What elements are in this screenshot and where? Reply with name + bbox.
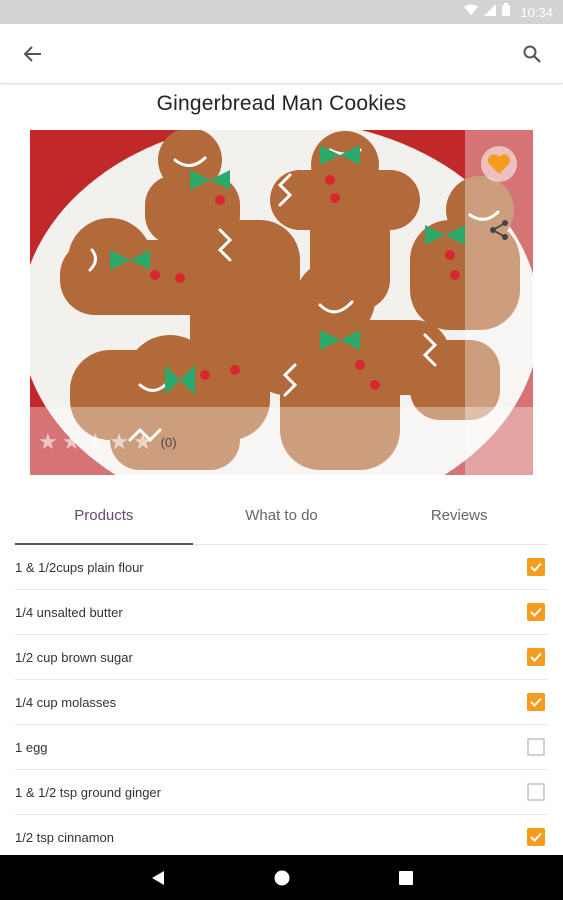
- star-icon[interactable]: ★: [38, 431, 58, 453]
- list-item[interactable]: 1 & 1/2cups plain flour: [15, 545, 548, 590]
- star-icon[interactable]: ★: [109, 431, 129, 453]
- product-label: 1/4 unsalted butter: [15, 604, 123, 620]
- nav-recents-button[interactable]: [394, 866, 418, 890]
- wifi-icon: [464, 3, 479, 21]
- tab-products[interactable]: Products: [15, 493, 193, 545]
- triangle-back-icon: [151, 870, 164, 885]
- recipe-title: Gingerbread Man Cookies: [156, 92, 407, 115]
- rating-bar[interactable]: ★ ★ ★ ★ ★ (0): [38, 431, 177, 453]
- battery-icon: [502, 3, 511, 21]
- check-icon: [530, 607, 542, 617]
- check-icon: [530, 832, 542, 842]
- back-button[interactable]: [18, 39, 48, 69]
- list-item[interactable]: 1/4 cup molasses: [15, 680, 548, 725]
- checkbox-checked[interactable]: [527, 828, 545, 846]
- tab-what-to-do[interactable]: What to do: [193, 493, 371, 544]
- favorite-button[interactable]: [481, 146, 517, 182]
- status-bar: 10:34: [0, 0, 563, 24]
- nav-back-button[interactable]: [146, 866, 170, 890]
- search-button[interactable]: [517, 39, 547, 69]
- recipe-image: ★ ★ ★ ★ ★ (0): [30, 130, 533, 475]
- star-icon[interactable]: ★: [62, 431, 82, 453]
- product-label: 1 & 1/2 tsp ground ginger: [15, 784, 161, 800]
- list-item[interactable]: 1/2 cup brown sugar: [15, 635, 548, 680]
- checkbox-unchecked[interactable]: [527, 738, 545, 756]
- status-time: 10:34: [520, 4, 553, 20]
- product-label: 1/4 cup molasses: [15, 694, 117, 710]
- circle-home-icon: [274, 870, 289, 885]
- heart-icon: [487, 154, 511, 174]
- product-label: 1 & 1/2cups plain flour: [15, 559, 144, 575]
- products-list: 1 & 1/2cups plain flour 1/4 unsalted but…: [15, 545, 548, 860]
- system-nav-bar: [0, 855, 563, 900]
- checkbox-checked[interactable]: [527, 648, 545, 666]
- share-button[interactable]: [483, 214, 515, 246]
- share-icon: [490, 220, 508, 240]
- product-label: 1 egg: [15, 739, 48, 755]
- list-item[interactable]: 1 egg: [15, 725, 548, 770]
- signal-icon: [484, 3, 497, 21]
- square-recents-icon: [398, 870, 413, 885]
- star-icon[interactable]: ★: [133, 431, 153, 453]
- check-icon: [530, 697, 542, 707]
- check-icon: [530, 562, 542, 572]
- search-icon: [523, 45, 541, 63]
- list-item[interactable]: 1/2 tsp cinnamon: [15, 815, 548, 860]
- checkbox-checked[interactable]: [527, 603, 545, 621]
- app-bar: [0, 24, 563, 84]
- check-icon: [530, 652, 542, 662]
- list-item[interactable]: 1/4 unsalted butter: [15, 590, 548, 635]
- checkbox-unchecked[interactable]: [527, 783, 545, 801]
- star-icon[interactable]: ★: [85, 431, 105, 453]
- rating-count: (0): [160, 434, 177, 450]
- list-item[interactable]: 1 & 1/2 tsp ground ginger: [15, 770, 548, 815]
- checkbox-checked[interactable]: [527, 693, 545, 711]
- tab-reviews[interactable]: Reviews: [370, 493, 548, 544]
- tab-bar: Products What to do Reviews: [15, 493, 548, 545]
- product-label: 1/2 tsp cinnamon: [15, 829, 115, 845]
- product-label: 1/2 cup brown sugar: [15, 649, 133, 665]
- arrow-left-icon: [24, 46, 41, 62]
- nav-home-button[interactable]: [270, 866, 294, 890]
- checkbox-checked[interactable]: [527, 558, 545, 576]
